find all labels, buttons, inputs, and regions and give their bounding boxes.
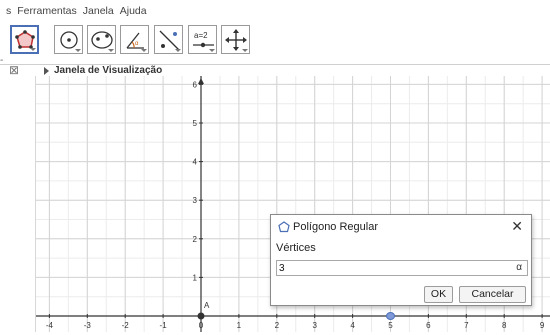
- regular-polygon-tool-button[interactable]: [10, 25, 39, 54]
- symbol-picker-icon[interactable]: α: [516, 262, 522, 273]
- cancel-button[interactable]: Cancelar: [459, 286, 526, 303]
- point-a[interactable]: [197, 312, 205, 320]
- point-a-label: A: [204, 301, 210, 310]
- x-tick-label: 3: [312, 321, 317, 330]
- y-axis-arrow-icon: [198, 78, 204, 84]
- tool-menu-arrow-icon: [141, 49, 147, 52]
- close-view-icon[interactable]: ⊠: [9, 64, 19, 76]
- reflect-tool-button[interactable]: [154, 25, 183, 54]
- x-tick-label: -4: [46, 321, 54, 330]
- menu-item-arquivo-partial[interactable]: s: [6, 5, 11, 17]
- vertices-input[interactable]: [276, 260, 528, 276]
- y-tick-label: 6: [193, 80, 198, 89]
- tool-menu-arrow-icon: [108, 49, 114, 52]
- view-title: Janela de Visualização: [54, 65, 163, 76]
- svg-text:α: α: [135, 41, 139, 47]
- x-tick-label: 1: [237, 321, 242, 330]
- left-panel-strip: [0, 76, 36, 332]
- y-tick-label: 4: [193, 158, 198, 167]
- slider-tool-label: a=2: [194, 31, 208, 40]
- y-tick-label: 2: [193, 235, 198, 244]
- menu-item-ajuda[interactable]: Ajuda: [120, 5, 147, 17]
- x-tick-label: 5: [388, 321, 393, 330]
- close-icon[interactable]: ✕: [511, 218, 523, 235]
- x-tick-label: -3: [84, 321, 92, 330]
- x-tick-label: 8: [502, 321, 507, 330]
- x-tick-label: -2: [122, 321, 130, 330]
- x-tick-label: 7: [464, 321, 469, 330]
- tool-menu-arrow-icon: [242, 49, 248, 52]
- tool-menu-arrow-icon: [30, 48, 36, 51]
- toolbar: - α a=2: [0, 22, 550, 66]
- y-tick-label: 1: [193, 273, 198, 282]
- x-tick-label: 2: [275, 321, 280, 330]
- tool-menu-arrow-icon: [75, 49, 81, 52]
- regular-polygon-dialog-icon: [278, 221, 290, 233]
- toggle-style-bar-icon[interactable]: [44, 67, 49, 75]
- menu-item-janela[interactable]: Janela: [83, 5, 114, 17]
- angle-tool-button[interactable]: α: [120, 25, 149, 54]
- tool-menu-arrow-icon: [175, 49, 181, 52]
- vertices-label: Vértices: [276, 242, 316, 254]
- x-tick-label: 6: [426, 321, 431, 330]
- y-tick-label: 3: [193, 196, 198, 205]
- ok-button[interactable]: OK: [424, 286, 453, 303]
- ellipse-tool-button[interactable]: [87, 25, 116, 54]
- point-b[interactable]: [386, 312, 395, 320]
- x-tick-label: 4: [350, 321, 355, 330]
- regular-polygon-dialog: Polígono Regular ✕ Vértices α OK Cancela…: [270, 214, 532, 306]
- tool-menu-arrow-icon: [209, 49, 215, 52]
- y-tick-label: 5: [193, 119, 198, 128]
- menu-item-ferramentas[interactable]: Ferramentas: [17, 5, 77, 17]
- graphics-view-header: ⊠ Janela de Visualização: [0, 64, 550, 76]
- dialog-title: Polígono Regular: [293, 221, 379, 233]
- menu-bar: s Ferramentas Janela Ajuda: [0, 0, 550, 22]
- slider-tool-button[interactable]: a=2: [188, 25, 217, 54]
- move-view-tool-button[interactable]: [221, 25, 250, 54]
- x-tick-label: -1: [160, 321, 168, 330]
- x-tick-label: 0: [199, 321, 204, 330]
- x-tick-label: 9: [540, 321, 545, 330]
- circle-tool-button[interactable]: [54, 25, 83, 54]
